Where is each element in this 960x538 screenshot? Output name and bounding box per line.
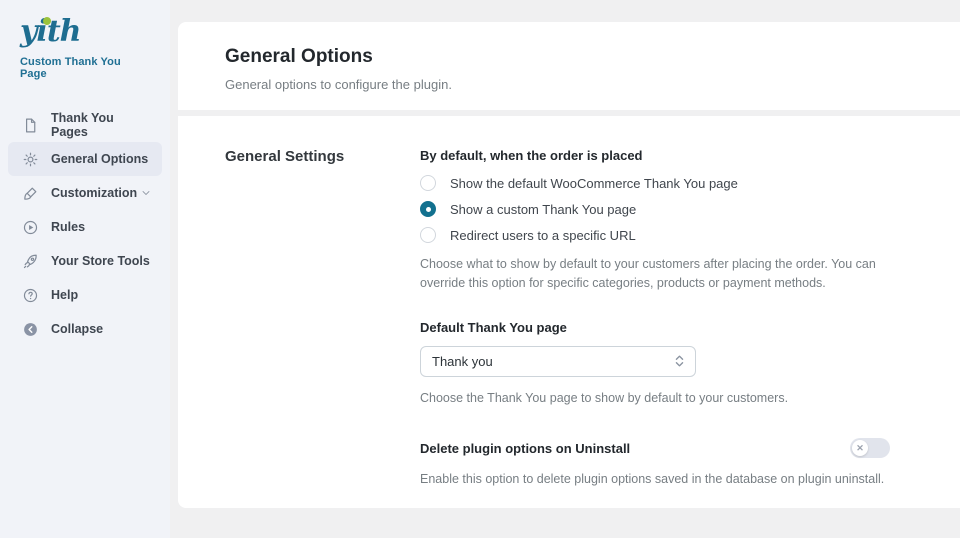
radio-option-custom-thank-you-page[interactable]: Show a custom Thank You page <box>420 201 920 217</box>
plugin-name: Custom Thank You Page <box>20 56 150 80</box>
sidebar-item-label: General Options <box>51 152 148 166</box>
page-title: General Options <box>225 46 920 68</box>
select-field-description: Choose the Thank You page to show by def… <box>420 389 912 408</box>
toggle-field-label: Delete plugin options on Uninstall <box>420 441 630 456</box>
radio-group-description: Choose what to show by default to your c… <box>420 255 912 294</box>
toggle-knob-off-icon[interactable]: ✕ <box>852 440 868 456</box>
select-value: Thank you <box>432 354 674 369</box>
sidebar-item-label: Collapse <box>51 322 103 336</box>
toggle-row: Delete plugin options on Uninstall ✕ <box>420 438 920 458</box>
section-label-column: General Settings <box>225 148 420 490</box>
radio-option-redirect-url[interactable]: Redirect users to a specific URL <box>420 227 920 243</box>
default-thank-you-page-select[interactable]: Thank you <box>420 346 696 377</box>
controls-column: By default, when the order is placed Sho… <box>420 148 920 490</box>
main-panel: General Options General options to confi… <box>178 22 960 508</box>
play-circle-icon <box>22 219 39 236</box>
sidebar-item-label: Your Store Tools <box>51 254 150 268</box>
radio-unchecked-icon[interactable] <box>420 227 436 243</box>
toggle-field-description: Enable this option to delete plugin opti… <box>420 470 912 489</box>
question-circle-icon <box>22 287 39 304</box>
sidebar-menu: Thank You Pages General Options Customiz… <box>0 108 170 346</box>
logo-block: yith Custom Thank You Page <box>0 16 170 94</box>
radio-list: Show the default WooCommerce Thank You p… <box>420 175 920 243</box>
sidebar-item-help[interactable]: Help <box>8 278 162 312</box>
collapse-arrow-icon <box>22 321 39 338</box>
yith-logo: yith <box>20 16 81 48</box>
radio-group-label: By default, when the order is placed <box>420 148 920 163</box>
select-field-group: Default Thank You page Thank you Choose … <box>420 320 920 408</box>
sidebar-item-collapse[interactable]: Collapse <box>8 312 162 346</box>
panel-body: General Settings By default, when the or… <box>178 116 960 508</box>
document-icon <box>22 117 39 134</box>
select-field-label: Default Thank You page <box>420 320 920 335</box>
sidebar: yith Custom Thank You Page Thank You Pag… <box>0 0 170 538</box>
radio-option-default-woocommerce[interactable]: Show the default WooCommerce Thank You p… <box>420 175 920 191</box>
radio-unchecked-icon[interactable] <box>420 175 436 191</box>
radio-label: Show a custom Thank You page <box>450 202 636 217</box>
radio-checked-icon[interactable] <box>420 201 436 217</box>
panel-header: General Options General options to confi… <box>178 22 960 110</box>
select-updown-chevron-icon <box>674 354 685 368</box>
radio-label: Redirect users to a specific URL <box>450 228 636 243</box>
sidebar-item-general-options[interactable]: General Options <box>8 142 162 176</box>
sidebar-item-customization[interactable]: Customization <box>8 176 162 210</box>
sidebar-item-your-store-tools[interactable]: Your Store Tools <box>8 244 162 278</box>
brush-icon <box>22 185 39 202</box>
radio-label: Show the default WooCommerce Thank You p… <box>450 176 738 191</box>
sidebar-item-label: Help <box>51 288 78 302</box>
rocket-icon <box>22 253 39 270</box>
gear-icon <box>22 151 39 168</box>
page-subtitle: General options to configure the plugin. <box>225 77 920 92</box>
sidebar-item-thank-you-pages[interactable]: Thank You Pages <box>8 108 162 142</box>
chevron-down-icon[interactable] <box>140 187 152 199</box>
sidebar-item-label: Thank You Pages <box>51 111 152 139</box>
sidebar-item-rules[interactable]: Rules <box>8 210 162 244</box>
delete-options-toggle[interactable]: ✕ <box>850 438 890 458</box>
sidebar-item-label: Customization <box>51 186 137 200</box>
sidebar-item-label: Rules <box>51 220 85 234</box>
radio-group: By default, when the order is placed Sho… <box>420 148 920 294</box>
toggle-field-group: Delete plugin options on Uninstall ✕ Ena… <box>420 438 920 489</box>
section-label: General Settings <box>225 148 420 165</box>
